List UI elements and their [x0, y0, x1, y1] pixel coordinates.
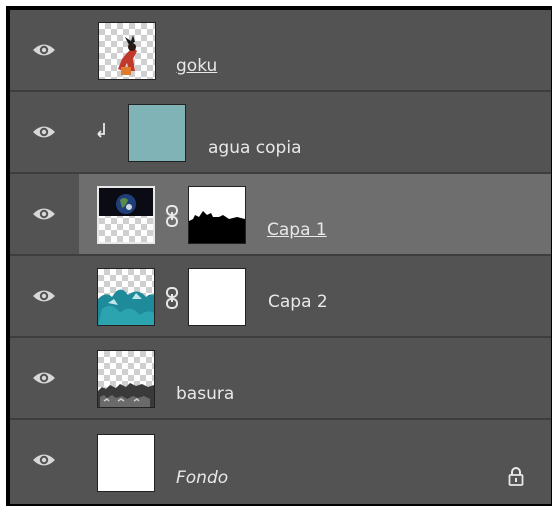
layer-row-goku[interactable]: goku	[79, 10, 551, 90]
layer-thumbnail-fondo[interactable]	[97, 434, 155, 492]
layer-thumbnail-basura[interactable]	[97, 350, 155, 408]
eye-icon[interactable]	[30, 367, 58, 389]
chain-link-icon[interactable]	[165, 205, 179, 227]
layer-agua-copia[interactable]: agua copia	[10, 92, 551, 174]
layer-name: agua copia	[208, 138, 302, 158]
eye-icon[interactable]	[30, 39, 58, 61]
layer-name: goku	[176, 56, 218, 76]
eye-icon[interactable]	[30, 121, 58, 143]
goku-figure-icon	[118, 35, 137, 75]
layer-mask-thumbnail-capa-2[interactable]	[188, 268, 246, 326]
lock-icon[interactable]	[508, 466, 524, 490]
layers-panel: goku agua copia Capa 1 Capa 2 basura Fon…	[10, 10, 551, 504]
layer-basura[interactable]: basura	[10, 338, 551, 420]
layer-capa-2[interactable]: Capa 2	[10, 256, 551, 338]
layer-row-capa-1[interactable]: Capa 1	[79, 174, 551, 254]
water-splash-icon	[98, 289, 154, 325]
layer-thumbnail-agua-copia[interactable]	[128, 104, 186, 162]
layer-row-capa-2[interactable]: Capa 2	[79, 256, 551, 336]
earth-image-icon	[99, 188, 153, 216]
layer-goku[interactable]: goku	[10, 10, 551, 92]
debris-image-icon	[98, 383, 154, 407]
eye-icon[interactable]	[30, 449, 58, 471]
clipping-arrow-icon	[96, 122, 108, 142]
mask-silhouette-icon	[189, 211, 245, 243]
layer-row-basura[interactable]: basura	[79, 338, 551, 418]
layer-name: Fondo	[176, 468, 229, 488]
layer-name: Capa 1	[267, 220, 327, 240]
chain-link-icon[interactable]	[165, 287, 179, 309]
layer-mask-thumbnail-capa-1[interactable]	[188, 186, 246, 244]
layer-row-agua-copia[interactable]: agua copia	[79, 92, 551, 172]
layer-name: Capa 2	[268, 292, 328, 312]
layer-name: basura	[176, 384, 235, 404]
layer-row-fondo[interactable]: Fondo	[79, 420, 551, 504]
eye-icon[interactable]	[30, 203, 58, 225]
layer-thumbnail-capa-1[interactable]	[97, 186, 155, 244]
layer-capa-1[interactable]: Capa 1	[10, 174, 551, 256]
layer-fondo[interactable]: Fondo	[10, 420, 551, 504]
layer-thumbnail-goku[interactable]	[98, 22, 156, 80]
layers-panel-frame: goku agua copia Capa 1 Capa 2 basura Fon…	[6, 6, 552, 506]
eye-icon[interactable]	[30, 285, 58, 307]
layer-thumbnail-capa-2[interactable]	[97, 268, 155, 326]
